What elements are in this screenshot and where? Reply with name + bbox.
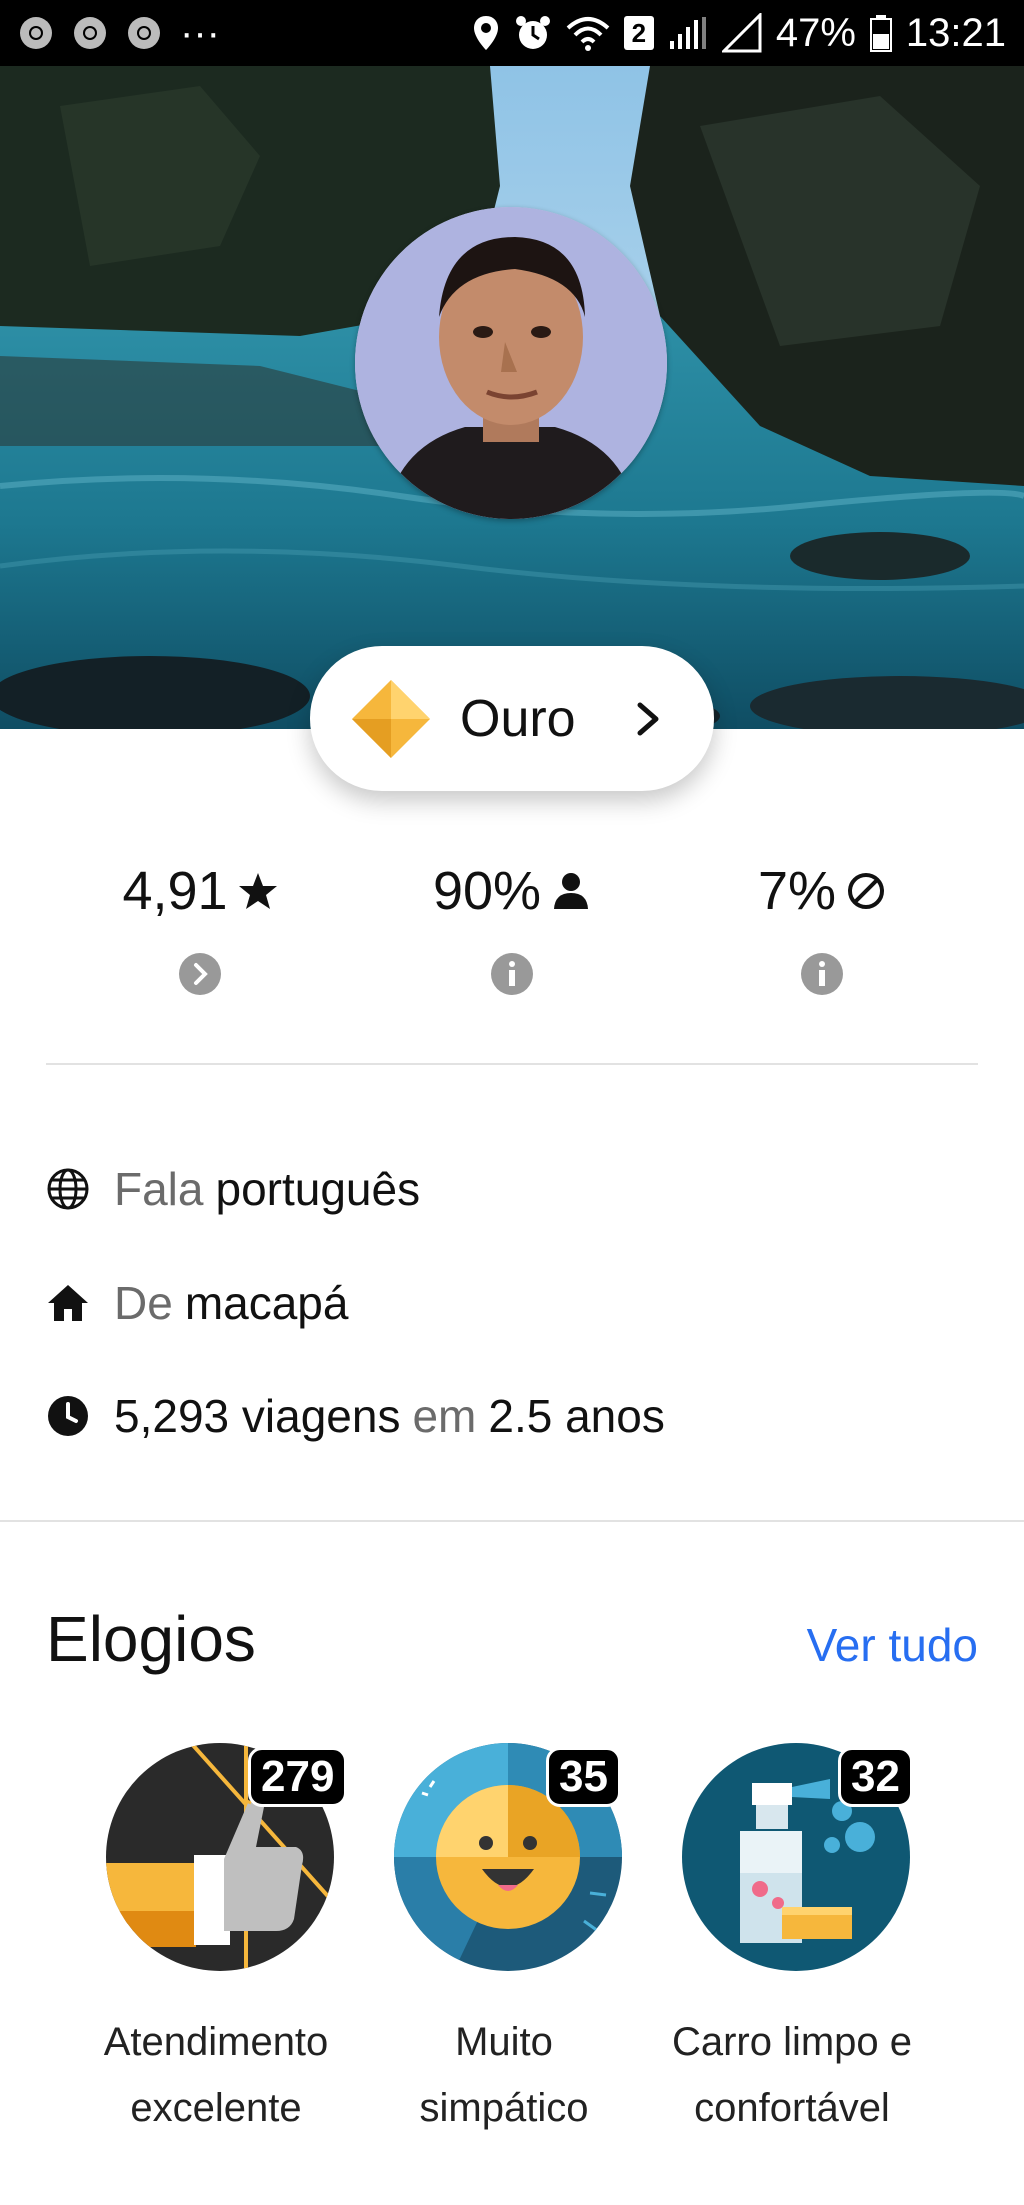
chrome-icon [20,17,52,49]
compliment-label-line: Atendimento [103,2020,329,2064]
rating-stat[interactable]: 4,91 [70,860,330,995]
person-icon [554,873,589,909]
info-icon[interactable] [490,952,534,996]
alarm-icon [515,16,550,49]
clock-icon [48,1396,88,1436]
battery-percent: 47% [775,10,856,55]
acceptance-stat[interactable]: 90% [382,860,642,995]
sim-badge: 2 [623,16,654,50]
language-value: português [215,1163,421,1215]
signal-2-icon [721,13,762,53]
compliment-label: Carro limpo e confortável [642,2009,942,2141]
compliment-label-line: simpático [419,2086,589,2130]
compliment-label-line: Carro limpo e [671,2020,913,2064]
battery-icon [869,15,892,52]
trips-joiner: em [412,1390,477,1442]
compliment-label-line: excelente [130,2086,302,2130]
globe-icon [47,1168,89,1210]
location-icon [473,16,498,50]
wifi-icon [566,17,610,51]
compliment-clean-car[interactable]: 32 Carro limpo e confortável [652,1743,932,2143]
status-bar: ··· 2 47% 13:21 [0,0,1024,66]
compliment-label-line: Muito [455,2020,553,2064]
cancellation-stat[interactable]: 7% [692,860,952,995]
signal-icon [669,17,706,49]
clock: 13:21 [905,10,1006,55]
notification-overflow: ··· [180,10,220,55]
language-row: Fala português [46,1159,420,1219]
chevron-right-icon [637,702,659,735]
compliment-count-badge: 35 [546,1747,621,1807]
info-icon[interactable] [800,952,844,996]
home-icon [48,1285,88,1321]
cancellation-value: 7% [757,861,837,921]
tier-status-button[interactable]: Ouro [310,646,714,791]
compliment-count-badge: 279 [248,1747,348,1807]
trips-count: 5,293 viagens [114,1390,401,1442]
compliment-label-line: confortável [694,2086,890,2130]
trips-duration: 2.5 anos [488,1390,665,1442]
compliment-label: Atendimento excelente [66,2009,366,2141]
trips-row: 5,293 viagens em 2.5 anos [46,1386,665,1446]
hometown-prefix: De [114,1277,173,1329]
acceptance-value: 90% [432,861,542,921]
hometown-value: macapá [184,1277,349,1329]
driver-avatar[interactable] [355,207,667,519]
divider [46,1063,978,1065]
compliment-excellent-service[interactable]: 279 Atendimento excelente [76,1743,356,2143]
language-prefix: Fala [114,1163,204,1215]
compliments-title: Elogios [46,1603,256,1675]
section-divider [0,1520,1024,1522]
compliment-very-friendly[interactable]: 35 Muito simpático [364,1743,644,2143]
compliment-count-badge: 32 [838,1747,913,1807]
hometown-row: De macapá [46,1273,348,1333]
chrome-icon [74,17,106,49]
tier-label: Ouro [460,689,576,748]
star-icon [238,873,277,909]
gold-diamond-icon [352,679,430,758]
rating-value: 4,91 [122,861,228,921]
chevron-circle-icon[interactable] [178,952,222,996]
avatar-image [355,207,667,519]
chrome-icon [128,17,160,49]
block-icon [848,873,885,909]
compliment-label: Muito simpático [354,2009,654,2141]
see-all-link[interactable]: Ver tudo [807,1618,978,1672]
